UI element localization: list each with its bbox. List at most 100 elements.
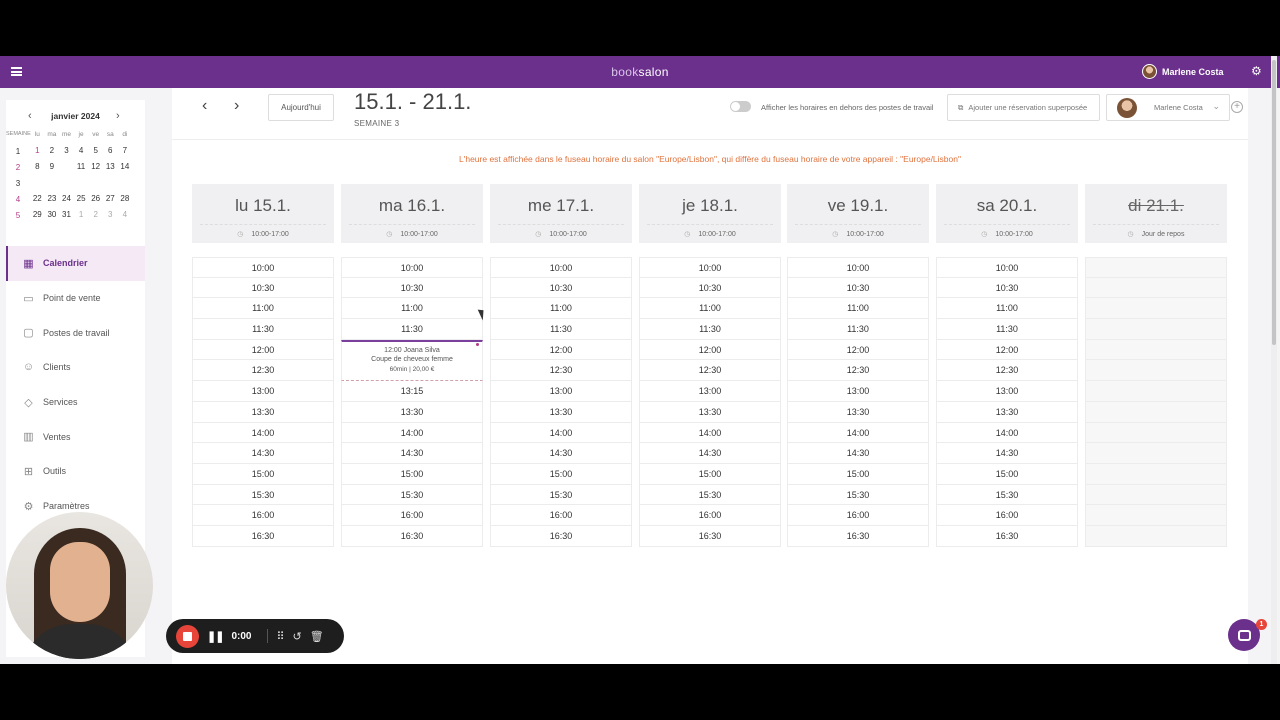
week-number[interactable]: 5 [6,211,30,220]
time-slot[interactable]: 11:00 [192,298,334,320]
time-slot[interactable]: 11:00 [490,298,632,320]
time-slot[interactable]: 16:30 [490,525,632,547]
mini-calendar-day[interactable]: 15 [30,177,45,189]
time-slot[interactable]: 15:00 [639,463,781,485]
time-slot[interactable]: 12:00 [787,339,929,361]
appointment-card[interactable]: 12:00 Joana Silva Coupe de cheveux femme… [341,339,483,382]
time-slot[interactable]: 13:00 [639,381,781,402]
mini-calendar-day[interactable]: 4 [74,145,89,157]
mini-calendar-day[interactable]: 13 [103,161,118,173]
time-slot[interactable]: 11:30 [639,319,781,340]
time-slot[interactable]: 13:00 [936,381,1078,402]
week-number[interactable]: 4 [6,195,30,204]
time-slot[interactable]: 10:00 [490,257,632,278]
pause-icon[interactable]: ❚❚ [207,630,224,643]
time-slot[interactable]: 14:00 [490,422,632,444]
add-overlapping-booking-button[interactable]: ⧉ Ajouter une réservation superposée [947,94,1100,121]
time-slot[interactable]: 13:30 [490,401,632,423]
mini-calendar-day[interactable]: 22 [30,193,45,205]
next-week-icon[interactable]: › [234,98,239,114]
trash-icon[interactable]: 🗑 [310,630,324,643]
user-menu[interactable]: Marlene Costa [1142,64,1224,79]
time-slot[interactable]: 12:30 [936,360,1078,382]
time-slot[interactable]: 15:30 [639,484,781,506]
today-button[interactable]: Aujourd'hui [268,94,334,121]
mini-calendar-day[interactable]: 30 [45,209,60,221]
gear-icon[interactable]: ⚙ [1251,65,1262,77]
sidebar-item-point-de-vente[interactable]: ▭ Point de vente [6,281,145,316]
mini-calendar-day[interactable]: 4 [118,209,133,221]
time-slot[interactable]: 14:30 [936,443,1078,464]
time-slot[interactable]: 14:30 [787,443,929,464]
mini-calendar-day[interactable]: 23 [45,193,60,205]
time-slot[interactable]: 15:30 [936,484,1078,506]
time-slot[interactable]: 10:00 [192,257,334,278]
time-slot[interactable]: 15:30 [787,484,929,506]
time-slot[interactable]: 16:30 [936,525,1078,547]
time-slot[interactable]: 16:30 [787,525,929,547]
restart-icon[interactable]: ↺ [293,630,302,643]
mini-calendar-day[interactable]: 19 [88,177,103,189]
show-hours-toggle[interactable] [730,101,751,112]
mini-calendar-day[interactable]: 12 [88,161,103,173]
time-slot[interactable]: 16:00 [936,505,1078,526]
time-slot[interactable]: 12:00 [639,339,781,361]
time-slot[interactable]: 12:30 [490,360,632,382]
mini-calendar-day[interactable]: 24 [59,193,74,205]
sidebar-item-calendrier[interactable]: ▦ Calendrier [6,246,145,281]
time-slot[interactable]: 10:30 [490,277,632,299]
time-slot[interactable]: 10:30 [192,277,334,299]
time-slot[interactable]: 12:30 [192,360,334,382]
scrollbar-thumb[interactable] [1272,60,1276,345]
time-slot[interactable]: 14:00 [639,422,781,444]
sidebar-item-ventes[interactable]: ▥ Ventes [6,419,145,454]
time-slot[interactable]: 11:00 [639,298,781,320]
stop-recording-button[interactable] [176,624,199,648]
time-slot[interactable]: 13:15 [341,381,483,402]
time-slot[interactable]: 15:30 [490,484,632,506]
time-slot[interactable]: 12:30 [787,360,929,382]
previous-week-icon[interactable]: ‹ [202,98,207,114]
time-slot[interactable]: 15:00 [192,463,334,485]
week-number[interactable]: 1 [6,147,30,156]
mini-calendar-day[interactable]: 9 [45,161,60,173]
mini-calendar-day[interactable]: 5 [88,145,103,157]
week-number[interactable]: 3 [6,179,30,188]
time-slot[interactable]: 14:00 [787,422,929,444]
mini-calendar-day[interactable]: 8 [30,161,45,173]
time-slot[interactable]: 16:30 [639,525,781,547]
time-slot[interactable]: 15:00 [787,463,929,485]
time-slot[interactable]: 12:30 [639,360,781,382]
time-slot[interactable]: 13:30 [787,401,929,423]
time-slot[interactable]: 11:00 [341,298,483,320]
time-slot[interactable]: 15:00 [341,463,483,485]
time-slot[interactable]: 15:30 [192,484,334,506]
mini-calendar-day[interactable]: 11 [74,161,89,173]
time-slot[interactable]: 13:00 [787,381,929,402]
mini-calendar-day[interactable]: 17 [59,177,74,189]
mini-calendar-day[interactable]: 2 [88,209,103,221]
time-slot[interactable]: 10:30 [341,277,483,299]
add-icon[interactable]: + [1231,101,1243,113]
grid-icon[interactable]: ⠿ [276,630,284,643]
time-slot[interactable]: 11:30 [787,319,929,340]
time-slot[interactable]: 11:30 [936,319,1078,340]
mini-calendar-day[interactable]: 16 [45,177,60,189]
time-slot[interactable]: 15:30 [341,484,483,506]
time-slot[interactable]: 12:00 [490,339,632,361]
time-slot[interactable]: 13:00 [192,381,334,402]
time-slot[interactable]: 10:00 [936,257,1078,278]
time-slot[interactable]: 13:30 [936,401,1078,423]
time-slot[interactable]: 10:00 [341,257,483,278]
mini-calendar-day[interactable]: 20 [103,177,118,189]
time-slot[interactable]: 16:00 [490,505,632,526]
time-slot[interactable]: 11:30 [490,319,632,340]
time-slot[interactable]: 10:00 [639,257,781,278]
mini-calendar-day[interactable]: 18 [74,177,89,189]
time-slot[interactable]: 11:00 [787,298,929,320]
mini-calendar-day[interactable]: 25 [74,193,89,205]
sidebar-item-services[interactable]: ◇ Services [6,385,145,420]
sidebar-item-postes-de-travail[interactable]: ▢ Postes de travail [6,315,145,350]
chevron-left-icon[interactable]: ‹ [28,110,32,122]
mini-calendar-today[interactable]: 10 [59,160,74,174]
